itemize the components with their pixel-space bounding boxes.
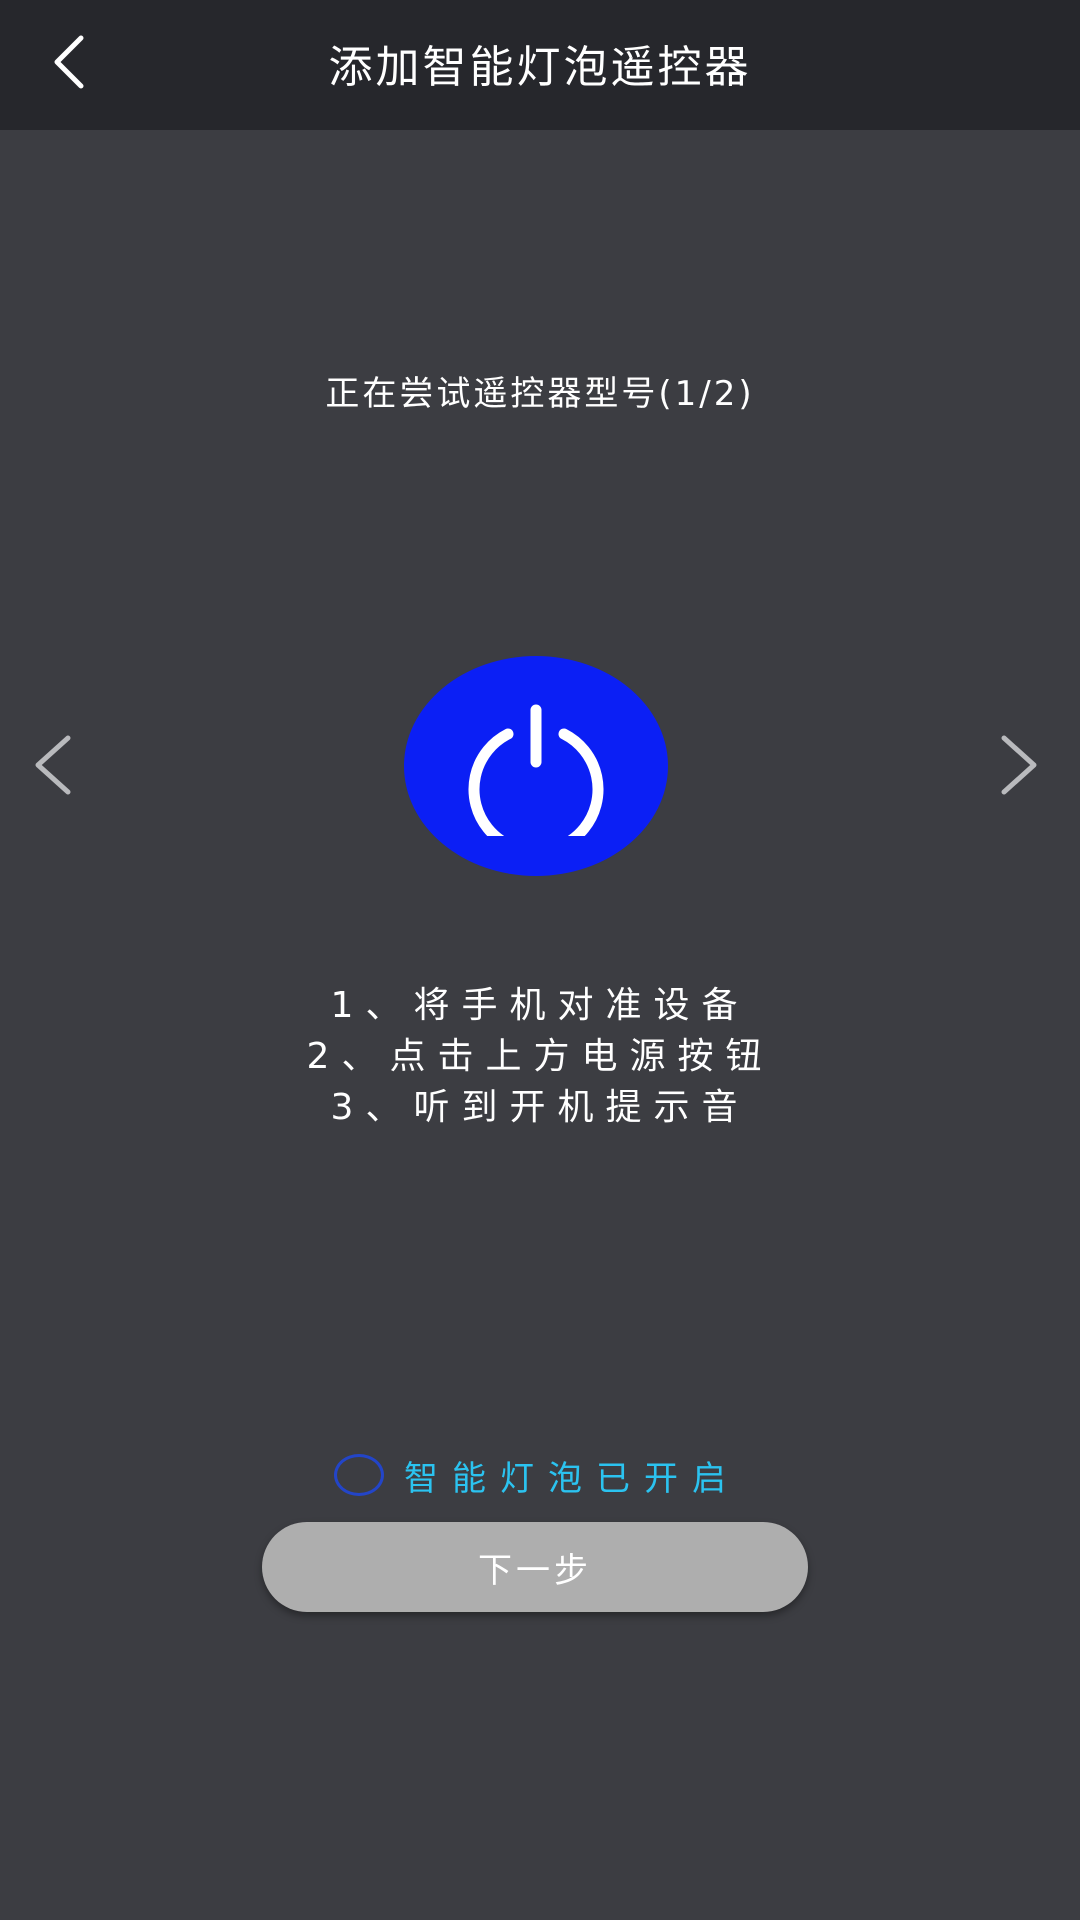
header-bar: 添加智能灯泡遥控器 [0, 0, 1080, 130]
next-step-button[interactable]: 下一步 [262, 1522, 808, 1612]
instructions: 1、将手机对准设备 2、点击上方电源按钮 3、听到开机提示音 [0, 980, 1080, 1133]
bulb-on-confirm[interactable]: 智能灯泡已开启 [334, 1452, 740, 1499]
status-text: 正在尝试遥控器型号(1/2) [325, 374, 755, 414]
confirm-radio[interactable] [334, 1454, 384, 1496]
instruction-step-1: 1、将手机对准设备 [330, 985, 750, 1026]
chevron-left-icon [54, 35, 84, 89]
power-icon [468, 704, 604, 836]
screen: 添加智能灯泡遥控器 正在尝试遥控器型号(1/2) 1、将手机对准设备 2、点击上… [0, 0, 1080, 1920]
prev-model-button[interactable] [18, 725, 88, 805]
instruction-step-3: 3、听到开机提示音 [330, 1087, 750, 1128]
back-button[interactable] [30, 22, 110, 102]
confirm-label: 智能灯泡已开启 [404, 1458, 740, 1499]
next-model-button[interactable] [984, 725, 1054, 805]
page-title: 添加智能灯泡遥控器 [328, 42, 752, 93]
power-button[interactable] [404, 656, 668, 876]
chevron-right-icon [1001, 735, 1037, 795]
chevron-left-icon [35, 735, 71, 795]
instruction-step-2: 2、点击上方电源按钮 [306, 1036, 774, 1077]
